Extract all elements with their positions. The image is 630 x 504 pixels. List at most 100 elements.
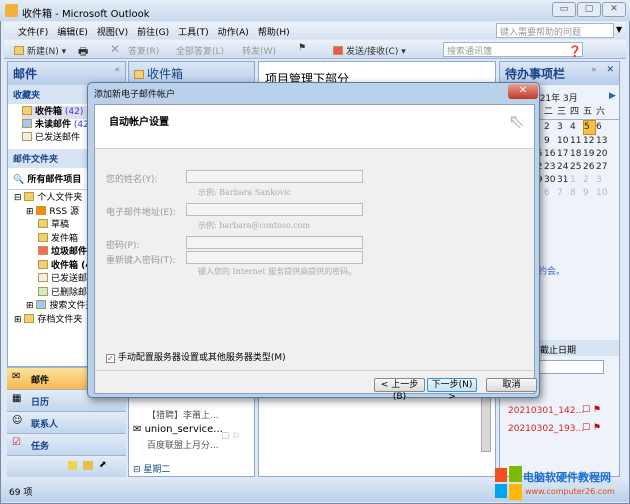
calendar-day[interactable]: 3 <box>557 121 570 134</box>
calendar-day[interactable]: 6 <box>596 121 609 134</box>
help-search-input[interactable]: 键入需要帮助的问题 <box>496 23 614 38</box>
calendar-day[interactable]: 20 <box>596 148 609 161</box>
calendar-day[interactable]: 25 <box>570 161 583 174</box>
help-icon[interactable]: ❓ <box>568 45 582 58</box>
calendar-day[interactable]: 17 <box>557 148 570 161</box>
nav-shortcuts-bar <box>7 455 126 477</box>
sent-icon <box>38 273 48 282</box>
menu-go[interactable]: 前往(G) <box>137 25 169 38</box>
dialog-title: 添加新电子邮件帐户 <box>94 90 176 100</box>
message-preview[interactable]: 【猎聘】李莆上... <box>147 408 219 421</box>
calendar-day[interactable]: 18 <box>570 148 583 161</box>
nav-contacts-button[interactable]: 联系人 <box>7 411 126 433</box>
menu-tools[interactable]: 工具(T) <box>178 25 209 38</box>
calendar-day[interactable]: 9 <box>583 187 596 200</box>
calendar-day[interactable]: 30 <box>544 174 557 187</box>
minimize-button[interactable]: ▭ <box>552 2 576 17</box>
back-button[interactable]: < 上一步(B) <box>374 378 425 402</box>
group-tuesday[interactable]: ⊟ 星期二 <box>133 462 170 475</box>
password-input[interactable] <box>186 236 363 249</box>
next-button[interactable]: 下一步(N) > <box>427 378 477 402</box>
calendar-day[interactable]: 1 <box>570 174 583 187</box>
weekday-label: 五 <box>583 107 593 117</box>
calendar-day[interactable]: 11 <box>570 135 583 148</box>
task-flag-icon[interactable]: ☐ ⚑ <box>582 423 601 433</box>
menu-file[interactable]: 文件(F) <box>18 25 48 38</box>
calendar-day[interactable]: 5 <box>583 120 596 135</box>
maximize-button[interactable]: ▢ <box>577 2 601 17</box>
help-dropdown-icon[interactable]: ▼ <box>616 25 622 34</box>
password-label: 密码(P): <box>106 241 140 251</box>
task-flag-icon[interactable]: ☐ ⚑ <box>582 405 601 415</box>
new-button[interactable]: 新建(N) ▾ <box>14 44 66 57</box>
password-hint: 键入您的 Internet 服务提供商提供的密码。 <box>198 267 357 276</box>
calendar-day[interactable]: 10 <box>596 187 609 200</box>
nav-tasks-button[interactable]: 任务 <box>7 433 126 455</box>
dialog-body: 自动帐户设置 ⇖ 您的姓名(Y): 示例: Barbara Sankovic 电… <box>94 104 537 402</box>
inbox-icon <box>22 106 32 115</box>
retype-password-label: 重新键入密码(T): <box>106 256 176 266</box>
print-icon[interactable]: 🖶 <box>78 43 88 62</box>
calendar-day[interactable]: 3 <box>596 174 609 187</box>
calendar-day[interactable]: 12 <box>583 135 596 148</box>
message-sender[interactable]: ✉ union_service... <box>133 424 223 435</box>
calendar-day[interactable]: 7 <box>557 187 570 200</box>
retype-password-input[interactable] <box>186 251 363 264</box>
address-book-search-input[interactable]: 搜索通讯簿 <box>443 42 583 57</box>
calendar-day[interactable]: 19 <box>583 148 596 161</box>
calendar-day[interactable]: 27 <box>596 161 609 174</box>
mail-icon: ✉ <box>12 371 21 382</box>
dialog-heading: 自动帐户设置 <box>109 117 169 128</box>
calendar-day[interactable]: 10 <box>557 135 570 148</box>
dialog-separator <box>95 370 534 371</box>
next-month-button[interactable]: ▶ <box>606 91 619 101</box>
delete-icon[interactable]: ✕ <box>110 42 120 56</box>
checkbox-checked-icon: ✓ <box>106 354 115 363</box>
folder-list-icon[interactable] <box>83 461 93 470</box>
flag-icon[interactable]: ⚑ <box>298 43 306 53</box>
calendar-day[interactable]: 8 <box>570 187 583 200</box>
calendar-day[interactable]: 4 <box>570 121 583 134</box>
menu-help[interactable]: 帮助(H) <box>258 25 290 38</box>
calendar-day[interactable]: 2 <box>583 174 596 187</box>
name-input[interactable] <box>186 170 363 183</box>
dialog-header: 自动帐户设置 ⇖ <box>95 105 534 149</box>
inbox-icon <box>134 70 144 79</box>
calendar-day[interactable]: 31 <box>557 174 570 187</box>
message-subject[interactable]: 百度联盟上月分... <box>147 438 219 451</box>
reply-button[interactable]: 答复(R) <box>128 44 159 57</box>
calendar-day[interactable]: 6 <box>544 187 557 200</box>
rss-icon <box>36 205 47 215</box>
calendar-day[interactable]: 16 <box>544 148 557 161</box>
send-receive-button[interactable]: 发送/接收(C) ▾ <box>333 44 406 57</box>
calendar-day[interactable]: 13 <box>596 135 609 148</box>
email-input[interactable] <box>186 203 363 216</box>
cancel-button[interactable]: 取消 <box>486 378 537 392</box>
manual-config-checkbox[interactable]: ✓ 手动配置服务器设置或其他服务器类型(M) <box>106 350 286 363</box>
todo-expand-button[interactable]: » <box>591 65 597 75</box>
reply-all-button[interactable]: 全部答复(L) <box>176 44 224 57</box>
shortcuts-icon[interactable]: ⬈ <box>99 460 107 470</box>
notes-icon[interactable] <box>68 461 77 470</box>
menu-view[interactable]: 视图(V) <box>97 25 128 38</box>
todo-close-button[interactable]: ✕ <box>606 65 614 75</box>
menu-actions[interactable]: 动作(A) <box>218 25 249 38</box>
calendar-day[interactable]: 26 <box>583 161 596 174</box>
menu-edit[interactable]: 编辑(E) <box>57 25 88 38</box>
calendar-day[interactable]: 24 <box>557 161 570 174</box>
dialog-close-button[interactable]: ✕ <box>508 84 538 99</box>
add-account-dialog: 添加新电子邮件帐户 ✕ 自动帐户设置 ⇖ 您的姓名(Y): 示例: Barbar… <box>87 82 540 402</box>
search-folder-icon <box>36 300 47 309</box>
calendar-day[interactable]: 2 <box>544 121 557 134</box>
name-hint: 示例: Barbara Sankovic <box>198 188 292 197</box>
task-item[interactable]: 20210301_142... <box>508 406 584 416</box>
collapse-nav-button[interactable]: « <box>114 65 120 75</box>
name-label: 您的姓名(Y): <box>106 175 158 185</box>
calendar-day[interactable]: 9 <box>544 135 557 148</box>
close-button[interactable]: ✕ <box>602 2 626 17</box>
task-item[interactable]: 20210302_193... <box>508 424 584 434</box>
scrollbar[interactable] <box>481 392 491 452</box>
calendar-day[interactable]: 23 <box>544 161 557 174</box>
flag-status-icon[interactable]: ☐ ⚐ <box>221 432 240 442</box>
forward-button[interactable]: 转发(W) <box>242 44 276 57</box>
